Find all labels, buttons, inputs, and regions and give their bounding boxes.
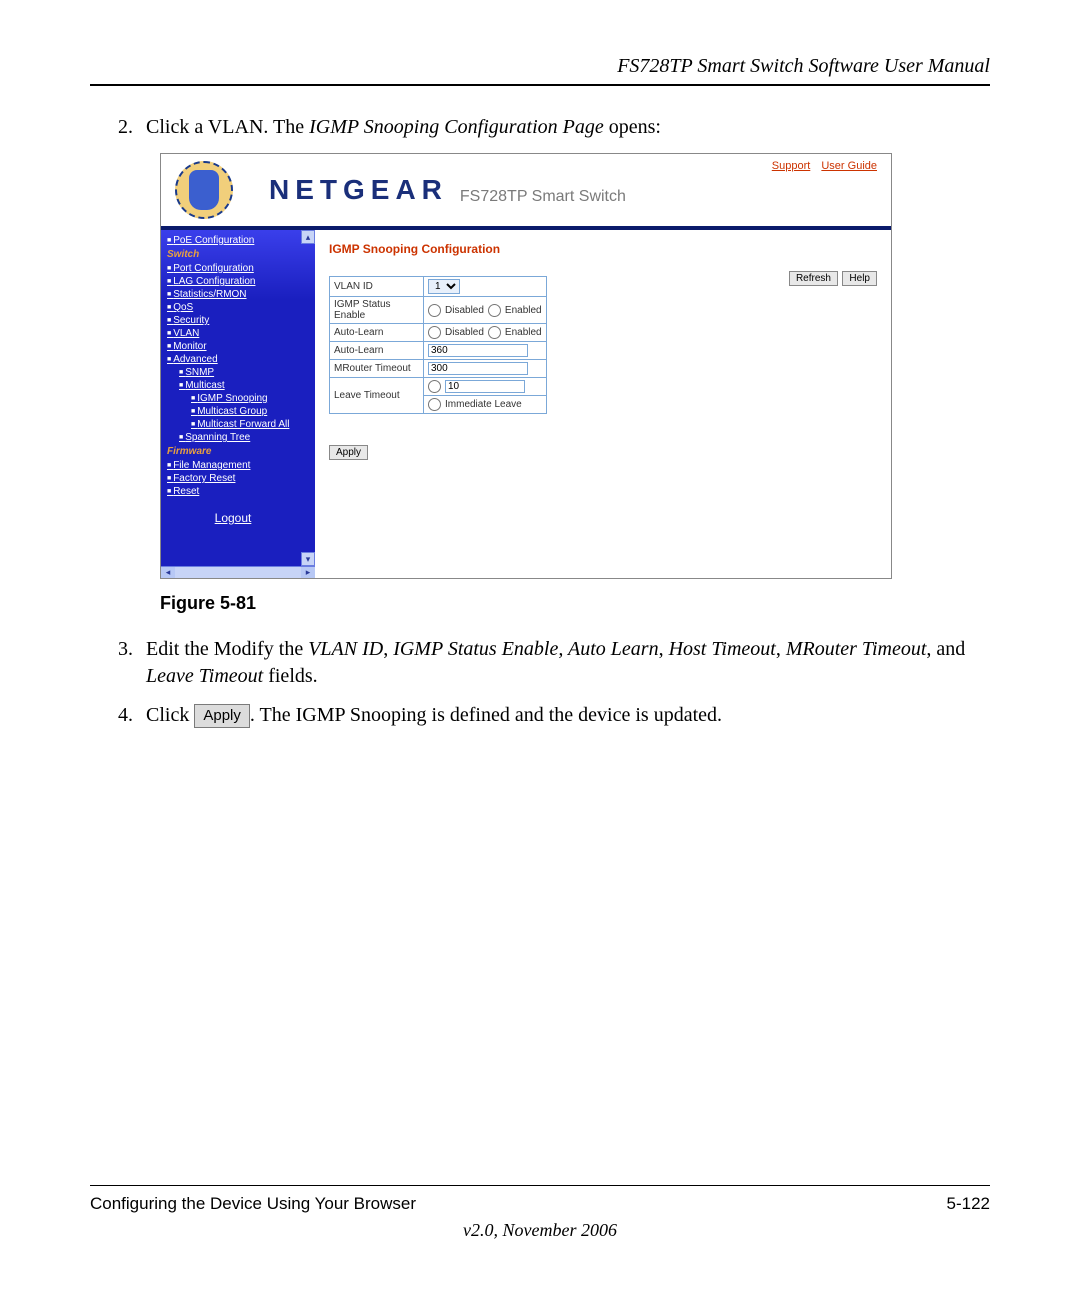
sidebar-item-multicast-group[interactable]: Multicast Group: [167, 405, 299, 418]
step2-text-b: IGMP Snooping Configuration Page: [309, 116, 604, 138]
support-link[interactable]: Support: [772, 160, 811, 172]
step4-body: Click Apply. The IGMP Snooping is define…: [146, 702, 990, 729]
s3k: fields.: [263, 665, 317, 687]
refresh-button[interactable]: Refresh: [789, 271, 838, 286]
sidebar-item-multicast-forward-all[interactable]: Multicast Forward All: [167, 418, 299, 431]
sidebar-item-advanced[interactable]: Advanced: [167, 353, 299, 366]
step2-number: 2.: [118, 114, 146, 141]
auto-learn-disabled-radio[interactable]: [428, 326, 441, 339]
screenshot-figure: NETGEAR FS728TP Smart Switch Support Use…: [160, 153, 892, 579]
mrouter-timeout-input[interactable]: [428, 362, 528, 375]
step3-number: 3.: [118, 636, 146, 690]
host-timeout-label: Auto-Learn: [330, 342, 424, 360]
sidebar-item-factory-reset[interactable]: Factory Reset: [167, 472, 299, 485]
sidebar-item-spanning-tree[interactable]: Spanning Tree: [167, 431, 299, 444]
leave-timeout-immediate-radio[interactable]: [428, 398, 441, 411]
netgear-logo: [175, 161, 233, 219]
leave-timeout-immediate-label: Immediate Leave: [445, 399, 522, 410]
scroll-right-icon[interactable]: ▸: [301, 567, 315, 578]
s3b: VLAN ID: [308, 638, 383, 660]
footer-version: v2.0, November 2006: [90, 1220, 990, 1241]
igmp-status-enabled-radio[interactable]: [488, 304, 501, 317]
sidebar-section-firmware: Firmware: [167, 446, 299, 457]
sidebar-item-qos[interactable]: QoS: [167, 301, 299, 314]
s3c: ,: [383, 638, 393, 660]
content-pane: IGMP Snooping Configuration Refresh Help…: [315, 230, 891, 578]
sidebar: ▴ PoE Configuration Switch Port Configur…: [161, 230, 315, 578]
s3g: ,: [776, 638, 786, 660]
vlan-id-select[interactable]: 1: [428, 279, 460, 294]
scroll-h[interactable]: ◂ ▸: [161, 566, 315, 578]
scroll-down-icon[interactable]: ▾: [301, 552, 315, 566]
s3j: Leave Timeout: [146, 665, 263, 687]
s3e: ,: [659, 638, 669, 660]
content-title: IGMP Snooping Configuration: [329, 242, 877, 256]
sidebar-item-statistics-rmon[interactable]: Statistics/RMON: [167, 288, 299, 301]
auto-learn-disabled-label: Disabled: [445, 327, 484, 338]
sidebar-item-multicast[interactable]: Multicast: [167, 379, 299, 392]
footer: Configuring the Device Using Your Browse…: [90, 1185, 990, 1241]
footer-left: Configuring the Device Using Your Browse…: [90, 1194, 416, 1214]
config-table: VLAN ID 1 IGMP Status Enable Disabled: [329, 276, 547, 414]
top-links: Support User Guide: [764, 160, 877, 172]
igmp-status-enabled-label: Enabled: [505, 305, 542, 316]
s3a: Edit the Modify the: [146, 638, 308, 660]
leave-timeout-label: Leave Timeout: [330, 378, 424, 414]
auto-learn-enabled-label: Enabled: [505, 327, 542, 338]
sidebar-item-monitor[interactable]: Monitor: [167, 340, 299, 353]
footer-rule: [90, 1185, 990, 1186]
s3i: , and: [926, 638, 965, 660]
user-guide-link[interactable]: User Guide: [821, 160, 877, 172]
brand-name: NETGEAR: [269, 174, 448, 206]
sidebar-item-igmp-snooping[interactable]: IGMP Snooping: [167, 392, 299, 405]
sidebar-item-lag-configuration[interactable]: LAG Configuration: [167, 275, 299, 288]
sidebar-item-security[interactable]: Security: [167, 314, 299, 327]
sidebar-item-vlan[interactable]: VLAN: [167, 327, 299, 340]
inline-apply-button: Apply: [194, 704, 250, 728]
leave-timeout-value-radio[interactable]: [428, 380, 441, 393]
brand-sub: FS728TP Smart Switch: [460, 188, 626, 206]
doc-header-title: FS728TP Smart Switch Software User Manua…: [90, 55, 990, 78]
sidebar-item-port-configuration[interactable]: Port Configuration: [167, 262, 299, 275]
scroll-left-icon[interactable]: ◂: [161, 567, 175, 578]
help-button[interactable]: Help: [842, 271, 877, 286]
vlan-id-label: VLAN ID: [330, 277, 424, 297]
step4-number: 4.: [118, 702, 146, 729]
igmp-status-label: IGMP Status Enable: [330, 297, 424, 324]
sidebar-item-poe-configuration[interactable]: PoE Configuration: [167, 234, 299, 247]
auto-learn-label: Auto-Learn: [330, 324, 424, 342]
s3f: Host Timeout: [669, 638, 776, 660]
sidebar-item-snmp[interactable]: SNMP: [167, 366, 299, 379]
logout-link[interactable]: Logout: [167, 510, 299, 526]
sidebar-section-switch: Switch: [167, 249, 299, 260]
screenshot-header: NETGEAR FS728TP Smart Switch Support Use…: [161, 154, 891, 226]
auto-learn-enabled-radio[interactable]: [488, 326, 501, 339]
scroll-up-icon[interactable]: ▴: [301, 230, 315, 244]
s3d: IGMP Status Enable, Auto Learn: [393, 638, 658, 660]
igmp-status-disabled-radio[interactable]: [428, 304, 441, 317]
apply-button[interactable]: Apply: [329, 445, 368, 460]
step2-body: Click a VLAN. The IGMP Snooping Configur…: [146, 114, 990, 141]
s4a: Click: [146, 704, 194, 726]
host-timeout-input[interactable]: [428, 344, 528, 357]
leave-timeout-input[interactable]: [445, 380, 525, 393]
header-rule: [90, 84, 990, 86]
nav: PoE Configuration Switch Port Configurat…: [161, 230, 301, 530]
sidebar-item-reset[interactable]: Reset: [167, 485, 299, 498]
footer-right: 5-122: [947, 1194, 990, 1214]
igmp-status-disabled-label: Disabled: [445, 305, 484, 316]
step2-text-c: opens:: [604, 116, 661, 138]
s4b: . The IGMP Snooping is defined and the d…: [250, 704, 722, 726]
step2-text-a: Click a VLAN. The: [146, 116, 309, 138]
s3h: MRouter Timeout: [786, 638, 927, 660]
brand-block: NETGEAR FS728TP Smart Switch: [269, 174, 626, 206]
step3-body: Edit the Modify the VLAN ID, IGMP Status…: [146, 636, 990, 690]
sidebar-item-file-management[interactable]: File Management: [167, 459, 299, 472]
mrouter-timeout-label: MRouter Timeout: [330, 360, 424, 378]
figure-caption: Figure 5-81: [160, 593, 990, 614]
